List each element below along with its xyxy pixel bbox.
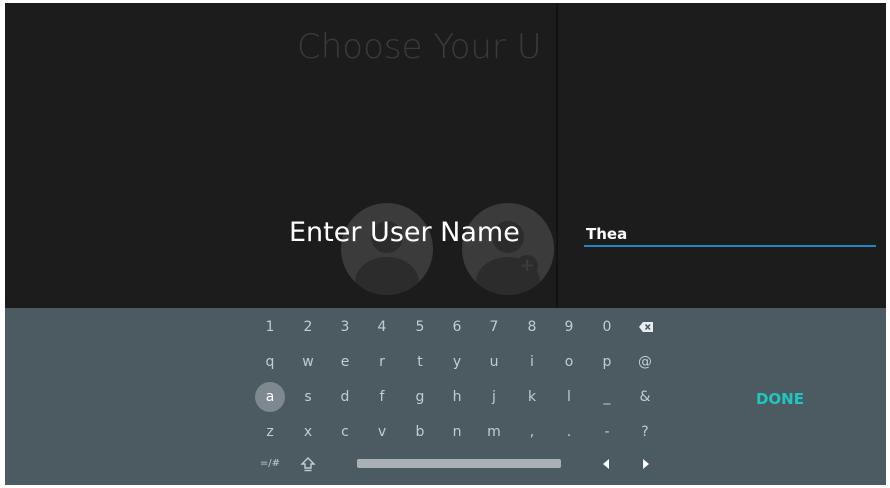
key-comma[interactable]: , bbox=[517, 417, 547, 447]
shift-icon[interactable] bbox=[293, 449, 323, 479]
on-screen-keyboard: 1 2 3 4 5 6 7 8 9 0 q w e r t y u i o p … bbox=[5, 308, 886, 485]
key-r[interactable]: r bbox=[367, 347, 397, 377]
key-g[interactable]: g bbox=[405, 382, 435, 412]
key-h[interactable]: h bbox=[442, 382, 472, 412]
key-j[interactable]: j bbox=[479, 382, 509, 412]
user-name-input[interactable] bbox=[584, 223, 876, 247]
key-v[interactable]: v bbox=[367, 417, 397, 447]
key-x[interactable]: x bbox=[293, 417, 323, 447]
key-6[interactable]: 6 bbox=[442, 312, 472, 342]
key-ampersand[interactable]: & bbox=[630, 382, 660, 412]
done-button[interactable]: DONE bbox=[745, 384, 815, 414]
key-2[interactable]: 2 bbox=[293, 312, 323, 342]
enter-user-name-label: Enter User Name bbox=[289, 217, 520, 248]
key-0[interactable]: 0 bbox=[592, 312, 622, 342]
key-4[interactable]: 4 bbox=[367, 312, 397, 342]
key-7[interactable]: 7 bbox=[479, 312, 509, 342]
key-c[interactable]: c bbox=[330, 417, 360, 447]
key-1[interactable]: 1 bbox=[255, 312, 285, 342]
key-a[interactable]: a bbox=[255, 382, 285, 412]
key-u[interactable]: u bbox=[479, 347, 509, 377]
key-q[interactable]: q bbox=[255, 347, 285, 377]
key-e[interactable]: e bbox=[330, 347, 360, 377]
key-o[interactable]: o bbox=[554, 347, 584, 377]
arrow-left-icon[interactable] bbox=[592, 449, 622, 479]
key-at[interactable]: @ bbox=[630, 347, 660, 377]
key-question[interactable]: ? bbox=[630, 417, 660, 447]
space-bar[interactable] bbox=[357, 459, 561, 468]
key-d[interactable]: d bbox=[330, 382, 360, 412]
key-hyphen[interactable]: - bbox=[592, 417, 622, 447]
key-s[interactable]: s bbox=[293, 382, 323, 412]
backspace-icon[interactable] bbox=[630, 312, 660, 342]
key-t[interactable]: t bbox=[405, 347, 435, 377]
key-w[interactable]: w bbox=[293, 347, 323, 377]
key-f[interactable]: f bbox=[367, 382, 397, 412]
key-9[interactable]: 9 bbox=[554, 312, 584, 342]
key-underscore[interactable]: _ bbox=[592, 382, 622, 412]
key-i[interactable]: i bbox=[517, 347, 547, 377]
key-p[interactable]: p bbox=[592, 347, 622, 377]
key-k[interactable]: k bbox=[517, 382, 547, 412]
key-n[interactable]: n bbox=[442, 417, 472, 447]
panel-divider bbox=[556, 3, 558, 308]
background-title: Choose Your U bbox=[297, 27, 542, 67]
key-period[interactable]: . bbox=[554, 417, 584, 447]
key-b[interactable]: b bbox=[405, 417, 435, 447]
symbols-key[interactable]: =/# bbox=[255, 449, 285, 479]
key-5[interactable]: 5 bbox=[405, 312, 435, 342]
screen: Choose Your U + Enter User Name 1 2 3 4 … bbox=[5, 3, 886, 485]
key-y[interactable]: y bbox=[442, 347, 472, 377]
key-z[interactable]: z bbox=[255, 417, 285, 447]
key-3[interactable]: 3 bbox=[330, 312, 360, 342]
key-l[interactable]: l bbox=[554, 382, 584, 412]
key-8[interactable]: 8 bbox=[517, 312, 547, 342]
arrow-right-icon[interactable] bbox=[630, 449, 660, 479]
key-m[interactable]: m bbox=[479, 417, 509, 447]
